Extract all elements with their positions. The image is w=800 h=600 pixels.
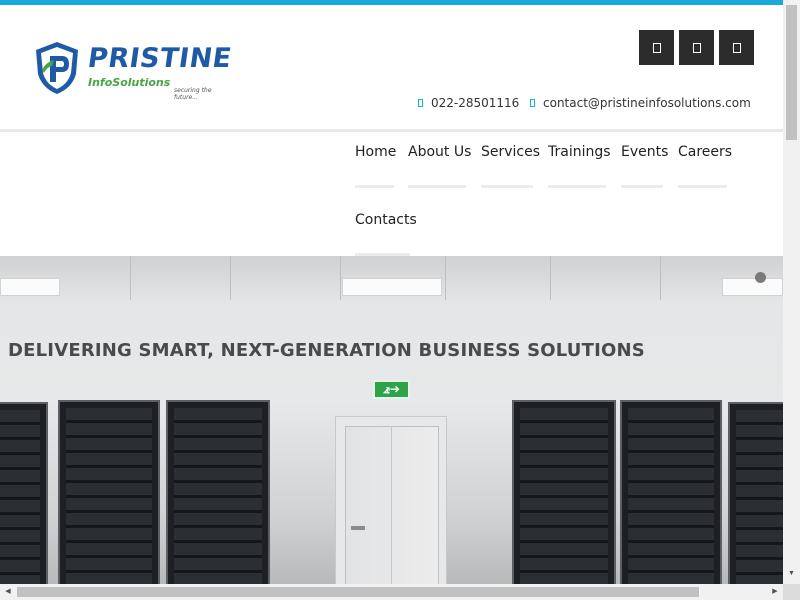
brand-name: PRISTINE [85, 43, 234, 74]
site-header: PRISTINE InfoSolutions securing the futu… [0, 5, 783, 130]
social-icon-1 [652, 42, 661, 53]
brand-tagline: securing the future... [174, 87, 212, 101]
scroll-down-arrow-icon[interactable]: ▼ [786, 569, 797, 579]
nav-label: Careers [678, 144, 733, 160]
nav-underline [548, 185, 606, 188]
nav-underline [355, 185, 394, 188]
ceiling-line [130, 256, 131, 300]
nav-events[interactable]: Events [621, 144, 669, 188]
nav-about-us[interactable]: About Us [408, 144, 472, 188]
ceiling-line [660, 256, 661, 300]
nav-contacts[interactable]: Contacts [355, 212, 417, 256]
rack-units [0, 410, 40, 584]
shield-logo-icon [36, 42, 78, 94]
nav-underline [481, 185, 533, 188]
scroll-right-arrow-icon[interactable]: ▶ [770, 587, 780, 597]
door-split [391, 426, 392, 584]
ceiling-line [230, 256, 231, 300]
nav-trainings[interactable]: Trainings [548, 144, 611, 188]
nav-label: Services [481, 144, 541, 160]
ceiling-line [445, 256, 446, 300]
social-link-1[interactable] [639, 30, 674, 65]
ceiling-line [550, 256, 551, 300]
horizontal-scroll-thumb[interactable] [17, 587, 699, 597]
social-link-3[interactable] [719, 30, 754, 65]
social-link-2[interactable] [679, 30, 714, 65]
nav-label: Home [355, 144, 397, 160]
ceiling-line [340, 256, 341, 300]
ceiling-light [722, 278, 783, 296]
server-rack [0, 402, 48, 584]
envelope-icon [530, 99, 535, 107]
hero-slider: DELIVERING SMART, NEXT-GENERATION BUSINE… [0, 256, 783, 584]
brand-subname: InfoSolutions [88, 76, 171, 89]
scrollbar-corner [783, 584, 800, 600]
server-rack [728, 402, 783, 584]
server-rack [166, 400, 270, 584]
nav-label: Events [621, 144, 669, 160]
nav-underline [408, 185, 466, 188]
server-rack [512, 400, 616, 584]
nav-home[interactable]: Home [355, 144, 397, 188]
vertical-scroll-thumb[interactable] [786, 5, 797, 140]
social-icon-2 [692, 42, 701, 53]
ceiling-light [342, 278, 442, 296]
contact-phone[interactable]: 022-28501116 [418, 96, 519, 110]
scroll-left-arrow-icon[interactable]: ◀ [3, 587, 13, 597]
rack-units [736, 410, 783, 584]
ceiling-light [0, 278, 60, 296]
server-rack [58, 400, 160, 584]
door [345, 426, 439, 584]
hero-ceiling [0, 256, 783, 300]
nav-underline [678, 185, 727, 188]
server-rack [620, 400, 722, 584]
main-nav: Home About Us Services Trainings Events … [0, 132, 783, 256]
nav-label: About Us [408, 144, 472, 160]
hero-heading: DELIVERING SMART, NEXT-GENERATION BUSINE… [8, 340, 645, 361]
rack-units [174, 408, 262, 584]
logo[interactable]: PRISTINE InfoSolutions securing the futu… [32, 40, 234, 101]
rack-units [628, 408, 714, 584]
nav-services[interactable]: Services [481, 144, 541, 188]
phone-icon [418, 99, 423, 107]
rack-units [520, 408, 608, 584]
contact-email[interactable]: contact@pristineinfosolutions.com [530, 96, 751, 110]
email-address: contact@pristineinfosolutions.com [543, 96, 751, 110]
exit-sign-icon: ⦨➔ [373, 380, 410, 399]
nav-label: Contacts [355, 212, 417, 228]
nav-label: Trainings [548, 144, 611, 160]
door-handle [351, 526, 365, 530]
nav-underline [621, 185, 663, 188]
phone-number: 022-28501116 [431, 96, 520, 110]
rack-units [66, 408, 152, 584]
nav-careers[interactable]: Careers [678, 144, 733, 188]
slider-pagination-dot[interactable] [755, 272, 766, 283]
social-icon-3 [732, 42, 741, 53]
